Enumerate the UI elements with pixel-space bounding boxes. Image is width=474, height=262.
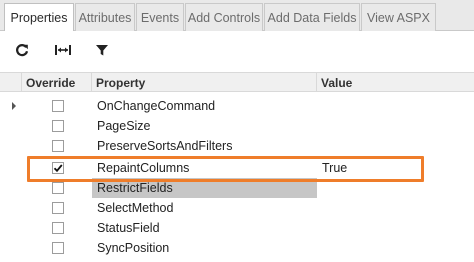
checkbox-box	[52, 120, 64, 132]
toolbar	[0, 31, 474, 69]
override-checkbox[interactable]	[52, 198, 64, 218]
tab-bar: Properties Attributes Events Add Control…	[0, 0, 474, 32]
table-row[interactable]: RepaintColumns True	[0, 158, 474, 178]
override-checkbox[interactable]	[52, 116, 64, 136]
tab-add-controls[interactable]: Add Controls	[185, 3, 263, 31]
checkbox-box	[52, 242, 64, 254]
property-name[interactable]: PreserveSortsAndFilters	[92, 136, 317, 156]
property-value[interactable]	[317, 218, 474, 238]
checkbox-box-checked	[52, 162, 64, 174]
table-row[interactable]: RestrictFields	[0, 178, 474, 198]
checkmark-icon	[53, 164, 63, 173]
override-checkbox[interactable]	[52, 238, 64, 258]
tab-properties[interactable]: Properties	[4, 3, 74, 32]
override-checkbox[interactable]	[52, 96, 64, 116]
table-row[interactable]: SyncPosition	[0, 238, 474, 258]
properties-grid: Override Property Value OnChangeCommand …	[0, 72, 474, 262]
property-name[interactable]: SyncPosition	[92, 238, 317, 258]
column-header-override[interactable]: Override	[22, 73, 92, 92]
column-header-property[interactable]: Property	[92, 73, 317, 92]
filter-icon	[96, 45, 108, 56]
property-name[interactable]: StatusField	[92, 218, 317, 238]
checkbox-box	[52, 202, 64, 214]
property-name[interactable]: RepaintColumns	[92, 158, 317, 178]
checkbox-box	[52, 182, 64, 194]
grid-header: Override Property Value	[0, 72, 474, 92]
property-name[interactable]: PageSize	[92, 116, 317, 136]
properties-panel: Properties Attributes Events Add Control…	[0, 0, 474, 262]
table-row[interactable]: SelectMethod	[0, 198, 474, 218]
property-name[interactable]: OnChangeCommand	[92, 96, 317, 116]
property-value[interactable]	[317, 136, 474, 156]
fit-columns-button[interactable]	[52, 39, 74, 61]
property-value[interactable]	[317, 178, 474, 198]
table-row[interactable]: StatusField	[0, 218, 474, 238]
refresh-button[interactable]	[11, 39, 33, 61]
column-header-value[interactable]: Value	[317, 73, 474, 92]
tab-view-aspx[interactable]: View ASPX	[361, 3, 436, 31]
fit-columns-icon	[55, 45, 71, 55]
property-value[interactable]	[317, 198, 474, 218]
property-value[interactable]	[317, 116, 474, 136]
tab-add-data-fields[interactable]: Add Data Fields	[264, 3, 360, 31]
table-row[interactable]: PageSize	[0, 116, 474, 136]
override-checkbox[interactable]	[52, 136, 64, 156]
property-name-selected[interactable]: RestrictFields	[92, 178, 317, 198]
property-name[interactable]: SelectMethod	[92, 198, 317, 218]
current-row-arrow-icon	[12, 102, 16, 110]
override-checkbox[interactable]	[52, 178, 64, 198]
table-row[interactable]: PreserveSortsAndFilters	[0, 136, 474, 156]
override-checkbox[interactable]	[52, 158, 64, 178]
property-value[interactable]	[317, 96, 474, 116]
checkbox-box	[52, 100, 64, 112]
property-value[interactable]: True	[317, 158, 474, 178]
tab-events[interactable]: Events	[136, 3, 184, 31]
table-row[interactable]: OnChangeCommand	[0, 96, 474, 116]
checkbox-box	[52, 140, 64, 152]
indicator-column-header	[0, 73, 22, 92]
refresh-icon	[16, 44, 29, 57]
checkbox-box	[52, 222, 64, 234]
property-value[interactable]	[317, 238, 474, 258]
filter-button[interactable]	[91, 39, 113, 61]
tab-attributes[interactable]: Attributes	[75, 3, 135, 31]
override-checkbox[interactable]	[52, 218, 64, 238]
